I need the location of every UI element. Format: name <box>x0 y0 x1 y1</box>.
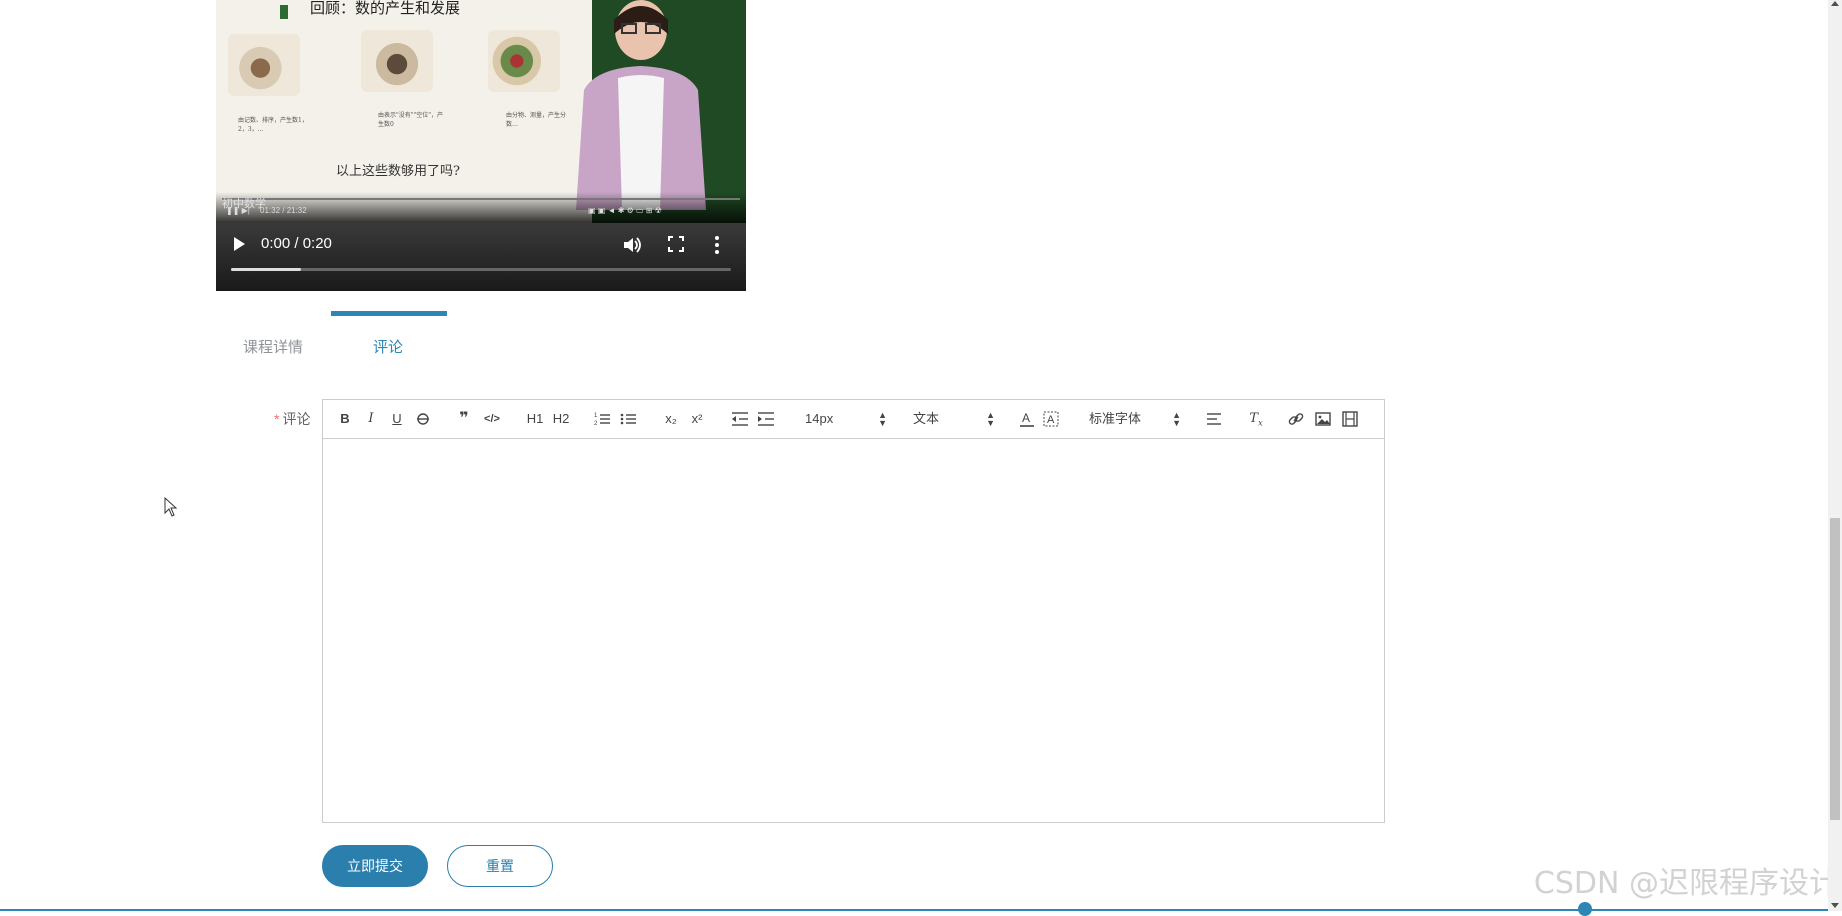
slide-caption: 由表示"没有""空位"，产生数0 <box>378 112 444 128</box>
comment-field-label: * 评论 <box>274 409 310 429</box>
more-options-icon[interactable] <box>713 235 721 255</box>
scroll-up-arrow-icon[interactable] <box>1831 1 1839 6</box>
embedded-play-icon: ❚❚ ▶| <box>226 206 250 215</box>
text-format-select[interactable]: 文本 ▲ ▼ <box>913 409 995 429</box>
outdent-icon[interactable] <box>731 409 749 429</box>
slide-illustration-counting <box>228 34 300 96</box>
svg-text:A: A <box>1022 411 1030 425</box>
font-family-value: 标准字体 <box>1089 411 1142 426</box>
svg-text:2: 2 <box>594 421 598 427</box>
rich-text-editor: B I U ❞ </> H1 H2 12 x₂ x² 14px ▲ ▼ 文本 ▲ ▼ <box>322 399 1385 823</box>
video-progress-fill <box>231 268 301 271</box>
slide-illustration-pots <box>361 30 433 92</box>
video-controls: 0:00 / 0:20 <box>216 223 746 291</box>
image-icon[interactable] <box>1314 409 1332 429</box>
bold-button[interactable]: B <box>337 409 353 429</box>
superscript-button[interactable]: x² <box>687 409 707 429</box>
embedded-settings-icons: ▣ ▣ ◄ ✱ ⚙ ▭ ⊞ ☢ <box>588 206 662 215</box>
editor-toolbar: B I U ❞ </> H1 H2 12 x₂ x² 14px ▲ ▼ 文本 ▲ ▼ <box>323 400 1384 439</box>
font-size-value: 14px <box>805 411 834 426</box>
slide-caption: 由记数、排序，产生数1，2，3，… <box>238 117 308 133</box>
italic-button[interactable]: I <box>363 409 379 429</box>
text-format-value: 文本 <box>913 411 940 426</box>
select-arrows-icon: ▲ ▼ <box>986 410 995 428</box>
watermark: CSDN @迟限程序设计 <box>1533 866 1839 901</box>
page-scrollbar[interactable] <box>1828 0 1842 911</box>
reset-button[interactable]: 重置 <box>447 845 553 887</box>
bullet-list-icon[interactable] <box>619 409 637 429</box>
tab-course-details[interactable]: 课程详情 <box>243 336 303 357</box>
heading1-button[interactable]: H1 <box>525 409 545 429</box>
slide-illustration-measuring <box>488 30 560 92</box>
strikethrough-icon <box>417 413 429 425</box>
active-tab-indicator <box>331 311 447 316</box>
link-icon[interactable] <box>1287 409 1305 429</box>
presenter-figure <box>576 0 706 210</box>
clear-format-icon[interactable]: Tx <box>1247 409 1265 429</box>
subscript-button[interactable]: x₂ <box>661 409 681 429</box>
svg-text:A: A <box>1047 414 1055 426</box>
slide-marker <box>280 5 288 19</box>
required-mark: * <box>274 411 280 427</box>
video-progress-bar[interactable] <box>231 268 731 271</box>
font-color-icon[interactable]: A <box>1019 409 1035 429</box>
embedded-progress-line <box>222 198 740 200</box>
select-arrows-icon: ▲ ▼ <box>1172 410 1181 428</box>
volume-icon[interactable] <box>622 235 642 255</box>
font-family-select[interactable]: 标准字体 ▲ ▼ <box>1089 409 1181 429</box>
bottom-accent-dot <box>1578 902 1592 916</box>
scrollbar-thumb[interactable] <box>1830 518 1840 820</box>
embedded-time: 01:32 / 21:32 <box>260 206 307 215</box>
submit-button[interactable]: 立即提交 <box>322 845 428 887</box>
tab-comments[interactable]: 评论 <box>373 336 403 357</box>
lecture-slide: 回顾：数的产生和发展 由记数、排序，产生数1，2，3，… 由表示"没有""空位"… <box>216 0 592 223</box>
indent-icon[interactable] <box>757 409 775 429</box>
video-icon[interactable] <box>1341 409 1359 429</box>
play-icon[interactable] <box>234 237 245 251</box>
fullscreen-icon[interactable] <box>668 236 684 252</box>
video-frame: 回顾：数的产生和发展 由记数、排序，产生数1，2，3，… 由表示"没有""空位"… <box>216 0 746 223</box>
background-color-icon[interactable]: A <box>1043 409 1059 429</box>
select-arrows-icon: ▲ ▼ <box>878 410 887 428</box>
code-block-icon[interactable]: </> <box>483 409 501 429</box>
strikethrough-button[interactable] <box>415 409 431 429</box>
underline-button[interactable]: U <box>389 409 405 429</box>
comment-editor-area[interactable] <box>323 439 1384 822</box>
slide-question: 以上这些数够用了吗? <box>336 164 460 179</box>
heading2-button[interactable]: H2 <box>551 409 571 429</box>
slide-title: 回顾：数的产生和发展 <box>310 0 461 17</box>
blockquote-icon[interactable]: ❞ <box>455 409 473 429</box>
video-time: 0:00 / 0:20 <box>261 235 332 252</box>
font-size-select[interactable]: 14px ▲ ▼ <box>805 409 887 429</box>
mouse-cursor-icon <box>164 497 178 517</box>
ordered-list-icon[interactable]: 12 <box>593 409 611 429</box>
course-video-player[interactable]: 回顾：数的产生和发展 由记数、排序，产生数1，2，3，… 由表示"没有""空位"… <box>216 0 746 291</box>
scroll-down-arrow-icon[interactable] <box>1831 903 1839 908</box>
align-left-icon[interactable] <box>1205 409 1223 429</box>
comment-label-text: 评论 <box>282 411 311 427</box>
svg-text:1: 1 <box>594 413 598 419</box>
